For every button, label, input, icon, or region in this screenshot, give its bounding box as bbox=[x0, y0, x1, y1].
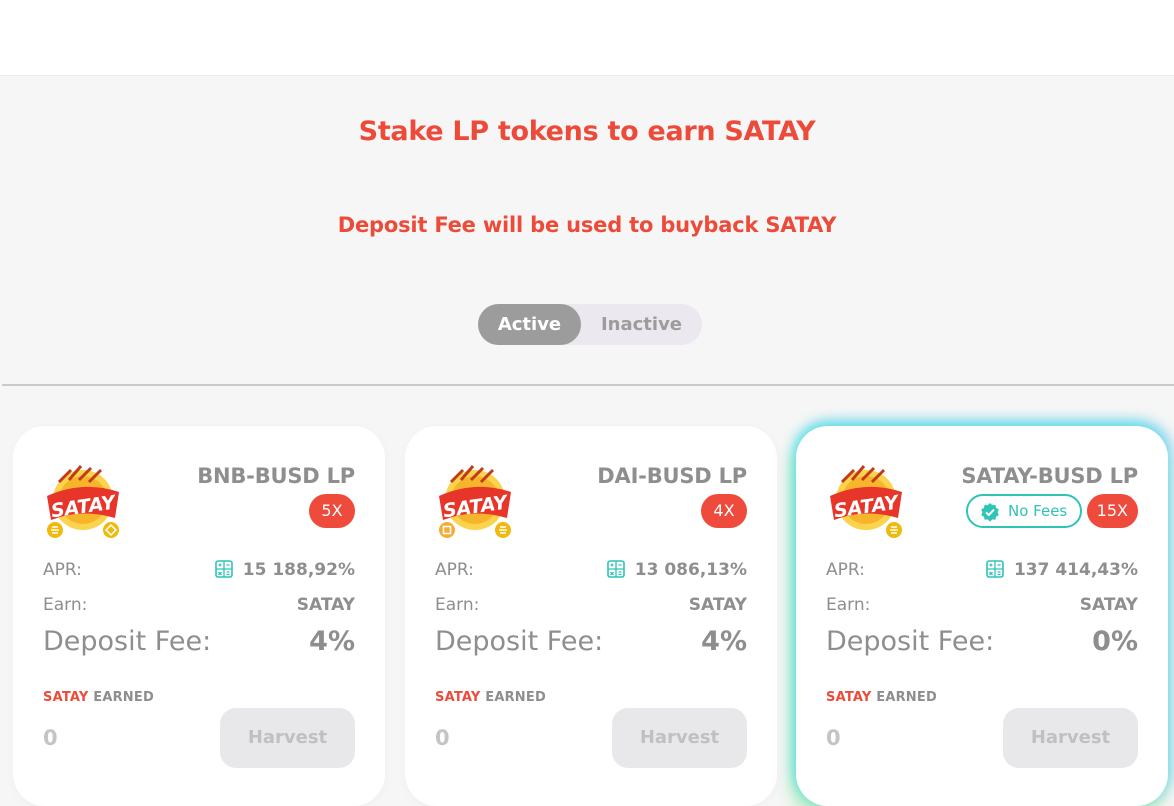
calculator-icon[interactable] bbox=[606, 560, 625, 578]
satay-logo-icon: SATAY bbox=[830, 465, 902, 538]
calculator-icon[interactable] bbox=[986, 560, 1004, 578]
apr-text: 137 414,43% bbox=[1013, 560, 1138, 580]
apr-label: APR: bbox=[43, 560, 82, 580]
apr-value: 137 414,43% bbox=[986, 560, 1138, 580]
earn-token: SATAY bbox=[296, 595, 355, 615]
earn-token: SATAY bbox=[1079, 595, 1138, 615]
farm-card-dai-busd: SATAY DAI-BUSD LP 4X APR: 13 086,13% Ear… bbox=[405, 426, 777, 806]
pair-name: BNB-BUSD LP bbox=[197, 464, 355, 488]
earned-label: EARNED bbox=[93, 690, 154, 705]
active-inactive-toggle: Active Inactive bbox=[478, 304, 702, 345]
page-subtitle: Deposit Fee will be used to buyback SATA… bbox=[337, 213, 837, 237]
harvest-button[interactable]: Harvest bbox=[220, 708, 355, 768]
pair-name: SATAY-BUSD LP bbox=[961, 464, 1138, 488]
earned-token: SATAY bbox=[435, 690, 481, 705]
apr-label: APR: bbox=[826, 560, 865, 580]
deposit-fee-value: 0% bbox=[1092, 626, 1138, 657]
no-fees-label: No Fees bbox=[1008, 502, 1068, 520]
farm-card-satay-busd: SATAY SATAY-BUSD LP No Fees 15X APR: 137… bbox=[796, 426, 1168, 806]
earn-label: Earn: bbox=[826, 595, 871, 615]
harvest-button[interactable]: Harvest bbox=[612, 708, 747, 768]
verified-check-icon bbox=[981, 503, 999, 522]
apr-value: 13 086,13% bbox=[606, 560, 747, 580]
section-divider bbox=[2, 384, 1174, 386]
earned-amount: 0 bbox=[826, 726, 841, 750]
pair-name: DAI-BUSD LP bbox=[597, 464, 747, 488]
earned-heading: SATAY EARNED bbox=[43, 690, 154, 705]
toggle-active-button[interactable]: Active bbox=[478, 304, 581, 345]
earn-token: SATAY bbox=[688, 595, 747, 615]
multiplier-badge: 4X bbox=[701, 494, 747, 528]
earn-label: Earn: bbox=[435, 595, 480, 615]
page-title: Stake LP tokens to earn SATAY bbox=[358, 116, 816, 147]
satay-logo-icon: SATAY bbox=[439, 465, 511, 538]
satay-logo-icon: SATAY bbox=[47, 465, 119, 538]
earned-amount: 0 bbox=[435, 726, 450, 750]
deposit-fee-label: Deposit Fee: bbox=[435, 626, 604, 657]
earned-amount: 0 bbox=[43, 726, 58, 750]
deposit-fee-label: Deposit Fee: bbox=[826, 626, 995, 657]
multiplier-badge: 5X bbox=[309, 494, 355, 528]
toggle-inactive-button[interactable]: Inactive bbox=[581, 304, 702, 345]
top-navbar bbox=[0, 0, 1174, 76]
earned-token: SATAY bbox=[826, 690, 872, 705]
farm-card-bnb-busd: SATAY BNB-BUSD LP 5X APR: 15 188,92% Ear… bbox=[13, 426, 385, 806]
deposit-fee-value: 4% bbox=[309, 626, 355, 657]
apr-text: 15 188,92% bbox=[242, 560, 355, 580]
multiplier-badge: 15X bbox=[1086, 494, 1138, 528]
earned-token: SATAY bbox=[43, 690, 89, 705]
deposit-fee-label: Deposit Fee: bbox=[43, 626, 212, 657]
deposit-fee-value: 4% bbox=[701, 626, 747, 657]
apr-label: APR: bbox=[435, 560, 474, 580]
calculator-icon[interactable] bbox=[214, 560, 233, 578]
earned-heading: SATAY EARNED bbox=[435, 690, 546, 705]
earned-label: EARNED bbox=[876, 690, 937, 705]
apr-text: 13 086,13% bbox=[634, 560, 747, 580]
earned-heading: SATAY EARNED bbox=[826, 690, 937, 705]
harvest-button[interactable]: Harvest bbox=[1003, 708, 1138, 768]
earn-label: Earn: bbox=[43, 595, 88, 615]
no-fees-badge: No Fees bbox=[966, 494, 1082, 528]
earned-label: EARNED bbox=[485, 690, 546, 705]
apr-value: 15 188,92% bbox=[214, 560, 355, 580]
